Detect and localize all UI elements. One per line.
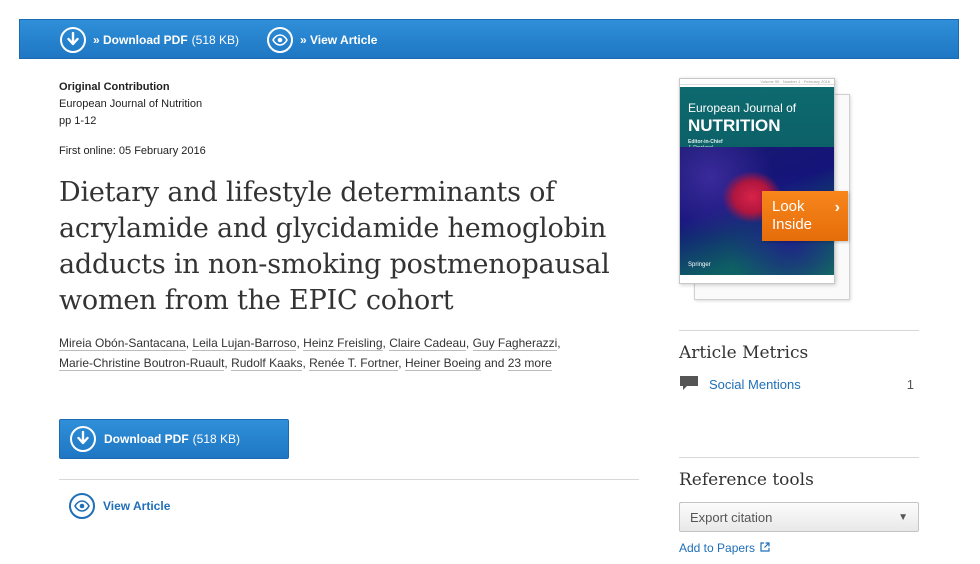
divider [679,457,919,458]
social-mentions-count: 1 [906,376,914,392]
look-inside-button[interactable]: Look Inside › [762,191,848,241]
top-download-label: » Download PDF [93,33,188,47]
author-link[interactable]: Claire Cadeau [389,336,466,351]
author-link[interactable]: Heinz Freisling [303,336,383,351]
divider [59,479,639,480]
cover-header-strip: Volume 55 · Number 1 · February 2016 [680,79,834,85]
eye-icon [267,27,293,53]
divider [679,330,919,331]
add-to-papers-link[interactable]: Add to Papers [679,541,770,555]
top-download-pdf-link[interactable]: » Download PDF (518 KB) [60,27,239,53]
view-article-label: View Article [103,499,171,513]
download-icon [60,27,86,53]
article-title: Dietary and lifestyle determinants of ac… [59,177,610,316]
chevron-right-icon: › [834,199,840,216]
cover-footer [680,275,834,283]
contribution-type: Original Contribution [59,81,170,93]
author-link[interactable]: Leila Lujan-Barroso [192,336,297,351]
page-range: pp 1-12 [59,115,97,127]
download-icon [70,426,96,452]
and-text: and [484,356,505,370]
add-to-papers-label: Add to Papers [679,541,756,555]
look-inside-label: Look Inside [772,198,813,233]
author-link[interactable]: Marie-Christine Boutron-Ruault [59,356,225,371]
cover-publisher: Springer [688,262,711,268]
top-view-label: » View Article [300,33,378,47]
journal-name: European Journal of Nutrition [59,98,203,110]
cover-title-line1: European Journal of [688,101,797,115]
author-link[interactable]: Rudolf Kaaks [231,356,303,371]
download-button-label: Download PDF [104,432,189,446]
first-online-date: First online: 05 February 2016 [59,145,206,157]
top-download-size: (518 KB) [191,33,240,47]
author-link[interactable]: Heiner Boeing [404,356,482,371]
social-mentions-label[interactable]: Social Mentions [709,377,801,392]
eye-icon [69,493,95,519]
author-link[interactable]: Mireia Obón-Santacana [59,336,186,351]
view-article-link[interactable]: View Article [69,493,170,519]
reference-tools-heading: Reference tools [679,470,814,490]
caret-down-icon: ▼ [898,512,908,523]
more-authors-link[interactable]: 23 more [507,356,552,371]
author-link[interactable]: Guy Fagherazzi [472,336,558,351]
cover-title-line2: NUTRITION [688,116,781,135]
download-pdf-button[interactable]: Download PDF (518 KB) [59,419,289,459]
article-meta: Original Contribution European Journal o… [59,79,202,130]
top-view-article-link[interactable]: » View Article [267,27,377,53]
social-mentions-row[interactable]: Social Mentions 1 [679,375,919,393]
journal-cover-image[interactable]: Volume 55 · Number 1 · February 2016 Eur… [679,78,835,284]
external-link-icon [760,541,770,555]
author-link[interactable]: Renée T. Fortner [309,356,399,371]
download-button-size: (518 KB) [192,432,241,446]
top-action-bar: » Download PDF (518 KB) » View Article [19,19,959,59]
author-list: Mireia Obón-Santacana, Leila Lujan-Barro… [59,336,561,371]
export-citation-select[interactable]: Export citation ▼ [679,502,919,532]
export-citation-value: Export citation [690,510,773,525]
article-metrics-heading: Article Metrics [679,343,809,363]
speech-bubble-icon [679,375,699,394]
